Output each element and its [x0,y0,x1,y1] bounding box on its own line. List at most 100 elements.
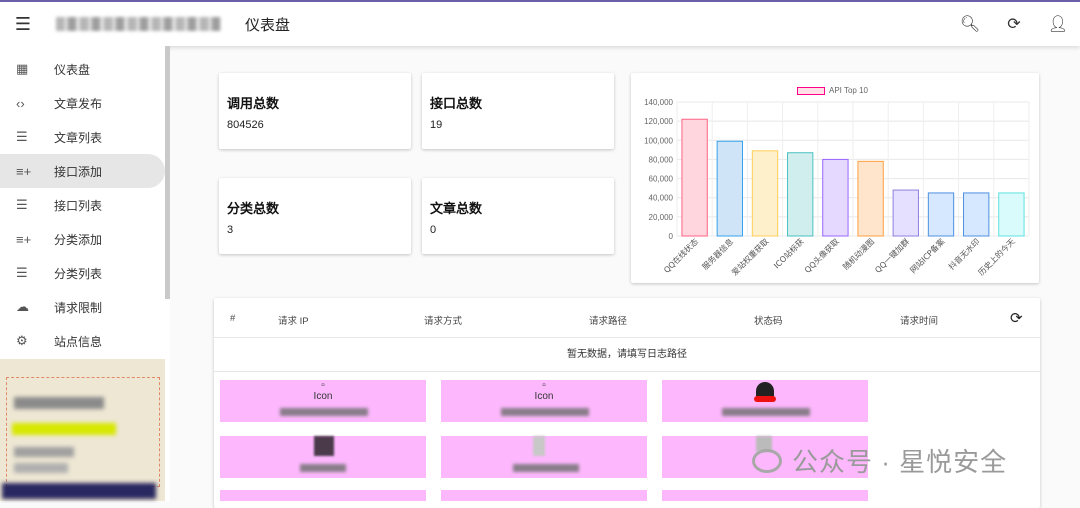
refresh-icon[interactable]: ⟳ [1010,309,1023,327]
x-tick-label: QQ在线状态 [661,236,700,275]
api-tile[interactable]: ▫ Icon [441,380,647,422]
promo-blur [2,483,156,499]
dashboard-icon: ▦ [16,61,29,76]
stat-value: 0 [430,224,437,236]
image-placeholder: ▫ Icon [534,380,554,402]
x-tick-label: QQ一键加群 [873,236,912,275]
x-tick-label: ICO站标获 [771,236,805,270]
column-header: # [230,313,236,324]
column-header: 请求时间 [900,316,939,327]
search-icon[interactable]: 🔍︎ [948,14,992,34]
list-icon: ☰ [16,129,28,144]
legend-swatch [797,86,825,95]
stat-value: 19 [430,119,443,131]
promo-blur [14,447,74,457]
api-tile[interactable] [441,490,647,501]
menu-icon[interactable]: ☰ [0,2,46,46]
account-icon[interactable]: 👤︎ [1036,14,1080,34]
sidebar-nav: ▦ 仪表盘 ‹› 文章发布 ☰ 文章列表 ≡+ 接口添加 ☰ 接口列表 ≡+ 分类添加 ☰ 分类列表 ☁ 请求… [0,52,170,358]
sidebar-item-label: 文章发布 [54,96,103,111]
list-icon: ☰ [16,197,28,212]
bar [963,192,990,237]
sidebar-item-2[interactable]: ☰ 文章列表 [0,120,165,154]
brand-logo-blurred [56,17,221,31]
table-header: # 请求 IP 请求方式 请求路径 状态码 请求时间 ⟳ [214,298,1040,338]
sidebar-item-label: 仪表盘 [54,62,91,77]
x-tick-label: 随机动漫图 [841,236,876,271]
legend-label: API Top 10 [829,86,868,95]
image-alt-text: Icon [534,391,554,402]
page-title: 仪表盘 [245,16,291,34]
stat-card-calls: 调用总数 804526 [219,73,411,149]
api-tile[interactable] [662,490,868,501]
x-tick-label: 爱站权重获取 [729,236,770,277]
sidebar-item-1[interactable]: ‹› 文章发布 [0,86,165,120]
y-tick-label: 0 [669,232,674,241]
wechat-icon [752,448,782,473]
x-tick-label: 服务器信息 [700,236,735,271]
bar [822,158,849,237]
y-tick-label: 40,000 [649,194,674,203]
tile-caption-blurred [300,464,346,472]
api-tile[interactable] [662,380,868,422]
code-icon: ‹› [16,95,25,111]
tile-caption-blurred [513,464,579,472]
y-tick-label: 140,000 [644,98,673,107]
cloud-icon: ☁ [16,299,29,314]
api-tile[interactable] [220,436,426,478]
api-tile[interactable] [220,490,426,501]
sidebar-item-label: 请求限制 [54,300,103,315]
qq-penguin-scarf [754,396,776,402]
bar [998,192,1025,237]
sidebar-item-label: 分类添加 [54,232,103,247]
bar [857,160,884,237]
sidebar-item-7[interactable]: ☁ 请求限制 [0,290,165,324]
empty-state-text: 暂无数据，请填写日志路径 [214,338,1040,372]
stat-label: 接口总数 [430,96,483,111]
watermark-text: 公众号 · 星悦安全 [792,447,1008,477]
x-tick-label: QQ头像获取 [802,236,841,275]
x-tick-label: 历史上的今天 [976,236,1017,277]
x-tick-label: 网站ICP备案 [908,236,947,275]
sidebar-item-label: 接口添加 [54,164,103,179]
stat-label: 分类总数 [227,201,280,216]
sidebar-scrollbar[interactable] [165,46,170,299]
column-header: 请求路径 [589,316,628,327]
list-icon: ☰ [16,265,28,280]
bar [787,152,814,237]
column-header: 请求方式 [424,316,463,327]
api-tile[interactable]: ▫ Icon [220,380,426,422]
sidebar-item-label: 接口列表 [54,198,103,213]
promo-blur [14,397,104,409]
sidebar-item-5[interactable]: ≡+ 分类添加 [0,222,165,256]
bar [716,140,743,237]
stat-value: 804526 [227,119,264,131]
image-alt-text: Icon [313,391,333,402]
sidebar-item-8[interactable]: ⚙ 站点信息 [0,324,165,358]
bar [681,118,708,237]
gear-icon: ⚙ [16,333,28,348]
tile-caption-blurred [722,408,810,416]
y-tick-label: 20,000 [649,213,674,222]
watermark: 公众号 · 星悦安全 [752,442,1007,479]
sidebar-item-0[interactable]: ▦ 仪表盘 [0,52,165,86]
api-tile[interactable] [441,436,647,478]
y-tick-label: 100,000 [644,136,673,145]
promo-blur [12,423,116,435]
bar [927,192,955,237]
tile-caption-blurred [501,408,589,416]
refresh-icon[interactable]: ⟳ [992,14,1036,34]
tile-image-blurred [533,436,545,456]
chart-legend[interactable]: API Top 10 [797,86,868,95]
sidebar-item-label: 文章列表 [54,130,103,145]
sidebar-item-3[interactable]: ≡+ 接口添加 [0,154,165,188]
stat-card-articles: 文章总数 0 [422,178,614,254]
tile-image-blurred [314,436,334,456]
sidebar-item-label: 分类列表 [54,266,103,281]
tile-caption-blurred [280,408,368,416]
api-top10-chart-card: API Top 10 0 20,000 40,000 60,000 80,000 100,… [631,73,1039,283]
sidebar-item-6[interactable]: ☰ 分类列表 [0,256,165,290]
sidebar-item-4[interactable]: ☰ 接口列表 [0,188,165,222]
promo-blur [14,463,68,473]
stat-label: 调用总数 [227,96,280,111]
